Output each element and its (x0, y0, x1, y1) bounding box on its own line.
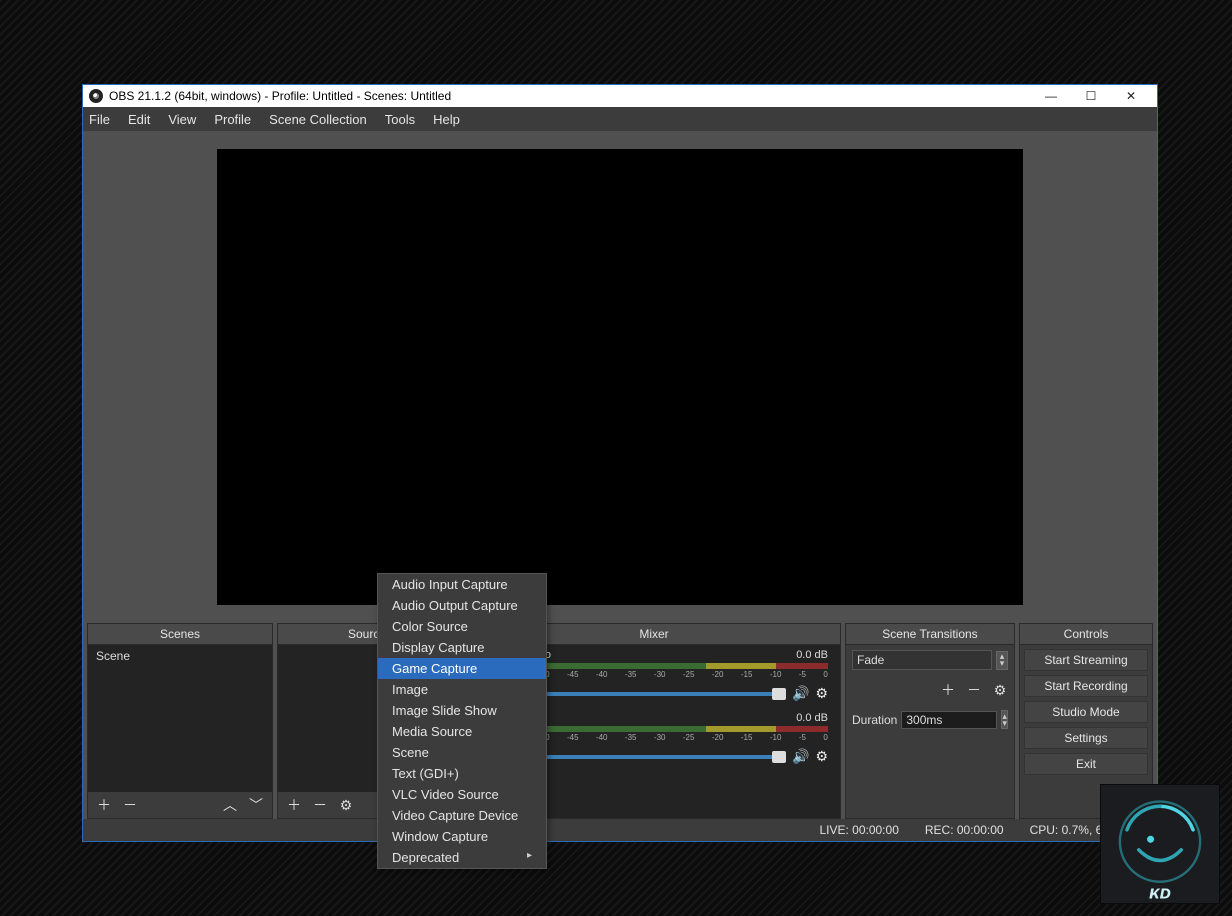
svg-text:ᴋᴅ: ᴋᴅ (1149, 881, 1171, 902)
menu-item-text-gdi[interactable]: Text (GDI+) (378, 763, 546, 784)
exit-button[interactable]: Exit (1024, 753, 1148, 775)
minimize-button[interactable]: — (1031, 85, 1071, 107)
transition-properties-button[interactable]: ⚙ (992, 682, 1008, 699)
channel-settings-button[interactable]: ⚙ (815, 748, 828, 765)
mute-button[interactable]: 🔊 (792, 685, 809, 702)
menu-help[interactable]: Help (433, 112, 460, 127)
menu-tools[interactable]: Tools (385, 112, 415, 127)
channel-level: 0.0 dB (796, 712, 828, 724)
menu-edit[interactable]: Edit (128, 112, 150, 127)
duration-spin[interactable]: ▴▾ (1001, 710, 1008, 729)
add-source-button[interactable]: ＋ (286, 795, 302, 815)
add-scene-button[interactable]: ＋ (96, 795, 112, 815)
menu-scene-collection[interactable]: Scene Collection (269, 112, 367, 127)
menu-item-audio-input-capture[interactable]: Audio Input Capture (378, 574, 546, 595)
scenes-header: Scenes (88, 624, 272, 645)
maximize-button[interactable]: ☐ (1071, 85, 1111, 107)
channel-level: 0.0 dB (796, 649, 828, 661)
statusbar: LIVE: 00:00:00 REC: 00:00:00 CPU: 0.7%, … (83, 819, 1157, 841)
menu-profile[interactable]: Profile (214, 112, 251, 127)
transition-spin[interactable]: ▴▾ (996, 651, 1008, 670)
menu-item-vlc-video-source[interactable]: VLC Video Source (378, 784, 546, 805)
remove-transition-button[interactable]: － (966, 680, 982, 700)
add-transition-button[interactable]: ＋ (940, 680, 956, 700)
menu-item-media-source[interactable]: Media Source (378, 721, 546, 742)
menu-item-display-capture[interactable]: Display Capture (378, 637, 546, 658)
menu-view[interactable]: View (168, 112, 196, 127)
duration-input[interactable] (901, 711, 997, 729)
settings-button[interactable]: Settings (1024, 727, 1148, 749)
transitions-header: Scene Transitions (846, 624, 1014, 645)
close-button[interactable]: ✕ (1111, 85, 1151, 107)
menu-item-game-capture[interactable]: Game Capture (378, 658, 546, 679)
scenes-toolbar: ＋ － ︿ ﹀ (88, 792, 272, 818)
channel-settings-button[interactable]: ⚙ (815, 685, 828, 702)
start-streaming-button[interactable]: Start Streaming (1024, 649, 1148, 671)
menu-item-scene[interactable]: Scene (378, 742, 546, 763)
duration-label: Duration (852, 713, 897, 727)
transition-selected: Fade (857, 653, 884, 667)
menu-item-deprecated[interactable]: Deprecated (378, 847, 546, 868)
status-live: LIVE: 00:00:00 (819, 823, 898, 837)
menu-item-color-source[interactable]: Color Source (378, 616, 546, 637)
move-scene-down-button[interactable]: ﹀ (248, 795, 264, 815)
start-recording-button[interactable]: Start Recording (1024, 675, 1148, 697)
menu-file[interactable]: File (89, 112, 110, 127)
transition-select[interactable]: Fade (852, 650, 992, 670)
menu-item-window-capture[interactable]: Window Capture (378, 826, 546, 847)
transitions-body: Fade ▴▾ ＋ － ⚙ Duration ▴▾ (846, 645, 1014, 818)
window-title: OBS 21.1.2 (64bit, windows) - Profile: U… (109, 89, 451, 103)
scene-item[interactable]: Scene (88, 645, 272, 667)
obs-window: OBS 21.1.2 (64bit, windows) - Profile: U… (82, 84, 1158, 842)
status-rec: REC: 00:00:00 (925, 823, 1004, 837)
menu-item-image[interactable]: Image (378, 679, 546, 700)
remove-source-button[interactable]: － (312, 795, 328, 815)
obs-app-icon (89, 89, 103, 103)
move-scene-up-button[interactable]: ︿ (222, 795, 238, 815)
scenes-dock: Scenes Scene ＋ － ︿ ﹀ (87, 623, 273, 819)
mute-button[interactable]: 🔊 (792, 748, 809, 765)
add-source-context-menu: Audio Input Capture Audio Output Capture… (377, 573, 547, 869)
controls-header: Controls (1020, 624, 1152, 645)
menu-item-video-capture-device[interactable]: Video Capture Device (378, 805, 546, 826)
preview-area (83, 131, 1157, 623)
scenes-list[interactable]: Scene (88, 645, 272, 792)
menu-item-image-slide-show[interactable]: Image Slide Show (378, 700, 546, 721)
menubar: File Edit View Profile Scene Collection … (83, 107, 1157, 131)
menu-item-audio-output-capture[interactable]: Audio Output Capture (378, 595, 546, 616)
docks: Scenes Scene ＋ － ︿ ﹀ Sources ＋ － ⚙ ︿ ﹀ (83, 623, 1157, 819)
transitions-dock: Scene Transitions Fade ▴▾ ＋ － ⚙ Duration… (845, 623, 1015, 819)
source-properties-button[interactable]: ⚙ (338, 797, 354, 814)
studio-mode-button[interactable]: Studio Mode (1024, 701, 1148, 723)
preview-canvas[interactable] (217, 149, 1023, 605)
watermark-logo: ᴋᴅ (1100, 784, 1220, 904)
remove-scene-button[interactable]: － (122, 795, 138, 815)
titlebar: OBS 21.1.2 (64bit, windows) - Profile: U… (83, 85, 1157, 107)
